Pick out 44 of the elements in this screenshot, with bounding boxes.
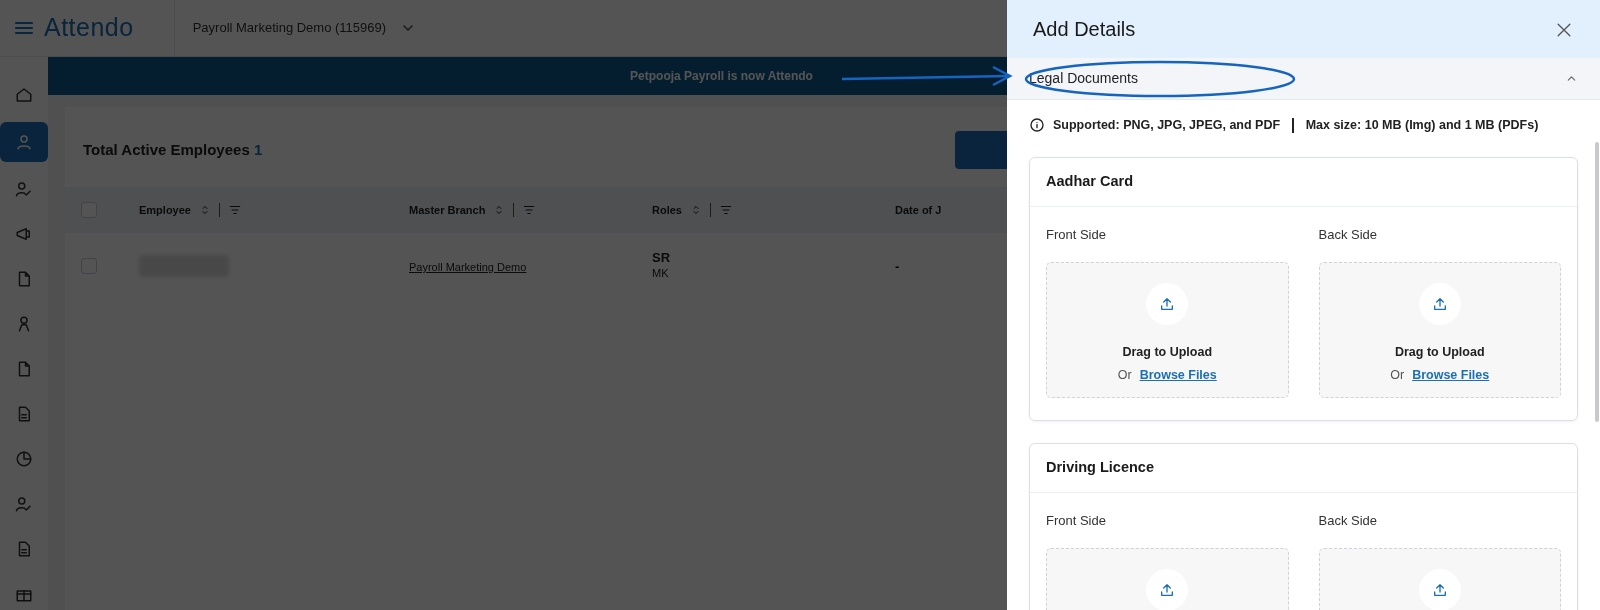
drawer-title: Add Details <box>1033 17 1136 42</box>
employee-count-title: Total Active Employees 1 <box>83 139 263 160</box>
browse-files-link[interactable]: Browse Files <box>1412 365 1490 385</box>
filter-icon[interactable] <box>718 203 733 217</box>
document-title: Aadhar Card <box>1030 157 1577 207</box>
scrollbar-thumb[interactable] <box>1595 142 1599 422</box>
home-icon <box>15 86 33 104</box>
column-header: Roles <box>652 202 682 218</box>
user-edit-icon <box>15 180 33 198</box>
browse-files-link[interactable]: Browse Files <box>1139 365 1217 385</box>
upload-icon <box>1159 296 1176 312</box>
column-header: Master Branch <box>409 202 486 218</box>
or-text: Or <box>1117 366 1132 384</box>
or-text: Or <box>1390 366 1405 384</box>
upload-prompt: Drag to Upload <box>1122 344 1213 361</box>
upload-dropzone[interactable]: Drag to Upload Or Browse Files <box>1046 262 1289 398</box>
user-edit-icon <box>15 495 33 513</box>
column-header: Employee <box>139 202 191 218</box>
banner-text: Petpooja Payroll is now Attendo <box>630 68 813 85</box>
max-size-text: Max size: 10 MB (Img) and 1 MB (PDFs) <box>1305 117 1539 134</box>
upload-prompt: Drag to Upload <box>1394 344 1485 361</box>
role-subtext: MK <box>652 265 670 281</box>
date-cell: - <box>895 259 900 274</box>
logo: Attendo <box>44 12 134 44</box>
filter-icon[interactable] <box>522 203 537 217</box>
upload-icon <box>1431 296 1448 312</box>
user-icon <box>15 133 33 151</box>
megaphone-icon <box>15 225 33 243</box>
filter-icon[interactable] <box>227 203 242 217</box>
upload-icon <box>1431 582 1448 599</box>
branch-link[interactable]: Payroll Marketing Demo <box>409 261 527 273</box>
supported-formats-text: Supported: PNG, JPG, JPEG, and PDF <box>1053 117 1281 134</box>
side-label: Back Side <box>1318 225 1379 244</box>
side-label: Front Side <box>1046 225 1107 244</box>
side-label: Back Side <box>1318 511 1379 530</box>
column-header: Date of J <box>895 202 942 218</box>
document-title: Driving Licence <box>1030 444 1577 493</box>
pie-chart-icon <box>15 450 33 468</box>
side-label: Front Side <box>1046 511 1107 530</box>
upload-dropzone[interactable]: Drag to Upload Or Browse Files <box>1318 262 1561 398</box>
role-text: SR <box>652 250 672 265</box>
sidebar-item[interactable] <box>0 122 48 162</box>
upload-icon <box>1159 582 1176 599</box>
info-icon <box>1029 117 1045 134</box>
